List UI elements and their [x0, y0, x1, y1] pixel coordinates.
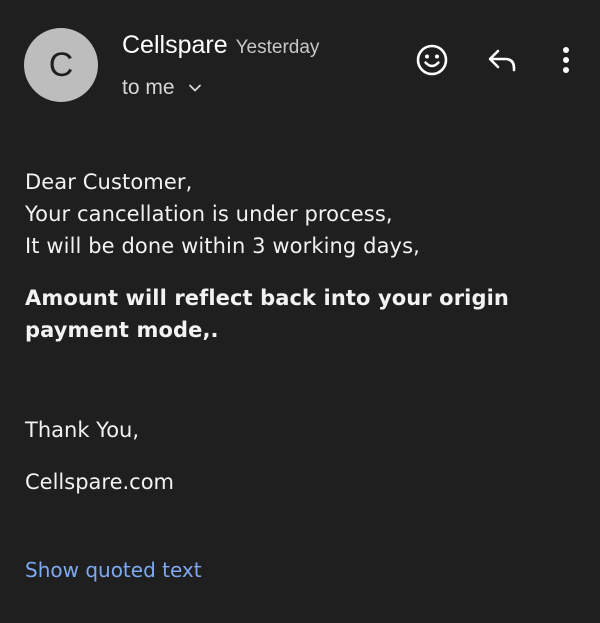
chevron-down-icon: [187, 80, 203, 96]
add-reaction-button[interactable]: [412, 40, 452, 80]
show-quoted-text-link[interactable]: Show quoted text: [25, 558, 202, 582]
more-vertical-icon: [563, 47, 569, 73]
message-actions: [412, 40, 586, 80]
reply-button[interactable]: [482, 40, 522, 80]
recipient-label: to me: [122, 76, 175, 99]
more-options-button[interactable]: [546, 40, 586, 80]
refund-note-line-2: payment mode,.: [25, 318, 219, 342]
avatar-letter: C: [48, 46, 74, 84]
closing-line: Thank You,: [25, 418, 140, 442]
sender-name[interactable]: Cellspare: [122, 31, 228, 60]
sent-time: Yesterday: [235, 37, 320, 58]
status-line: Your cancellation is under process,: [25, 202, 393, 226]
email-header: C Cellspare Yesterday to me: [0, 0, 600, 130]
signature: Cellspare.com: [25, 470, 175, 494]
recipient-details-toggle[interactable]: to me: [122, 76, 203, 100]
reply-icon: [488, 49, 516, 72]
sender-line: Cellspare Yesterday: [122, 31, 319, 60]
message-body: Dear Customer, Your cancellation is unde…: [25, 166, 575, 346]
emoji-react-icon: [416, 44, 448, 76]
sender-avatar[interactable]: C: [24, 28, 98, 102]
greeting-line: Dear Customer,: [25, 170, 193, 194]
refund-note-line-1: Amount will reflect back into your origi…: [25, 286, 509, 310]
timeline-line: It will be done within 3 working days,: [25, 234, 420, 258]
